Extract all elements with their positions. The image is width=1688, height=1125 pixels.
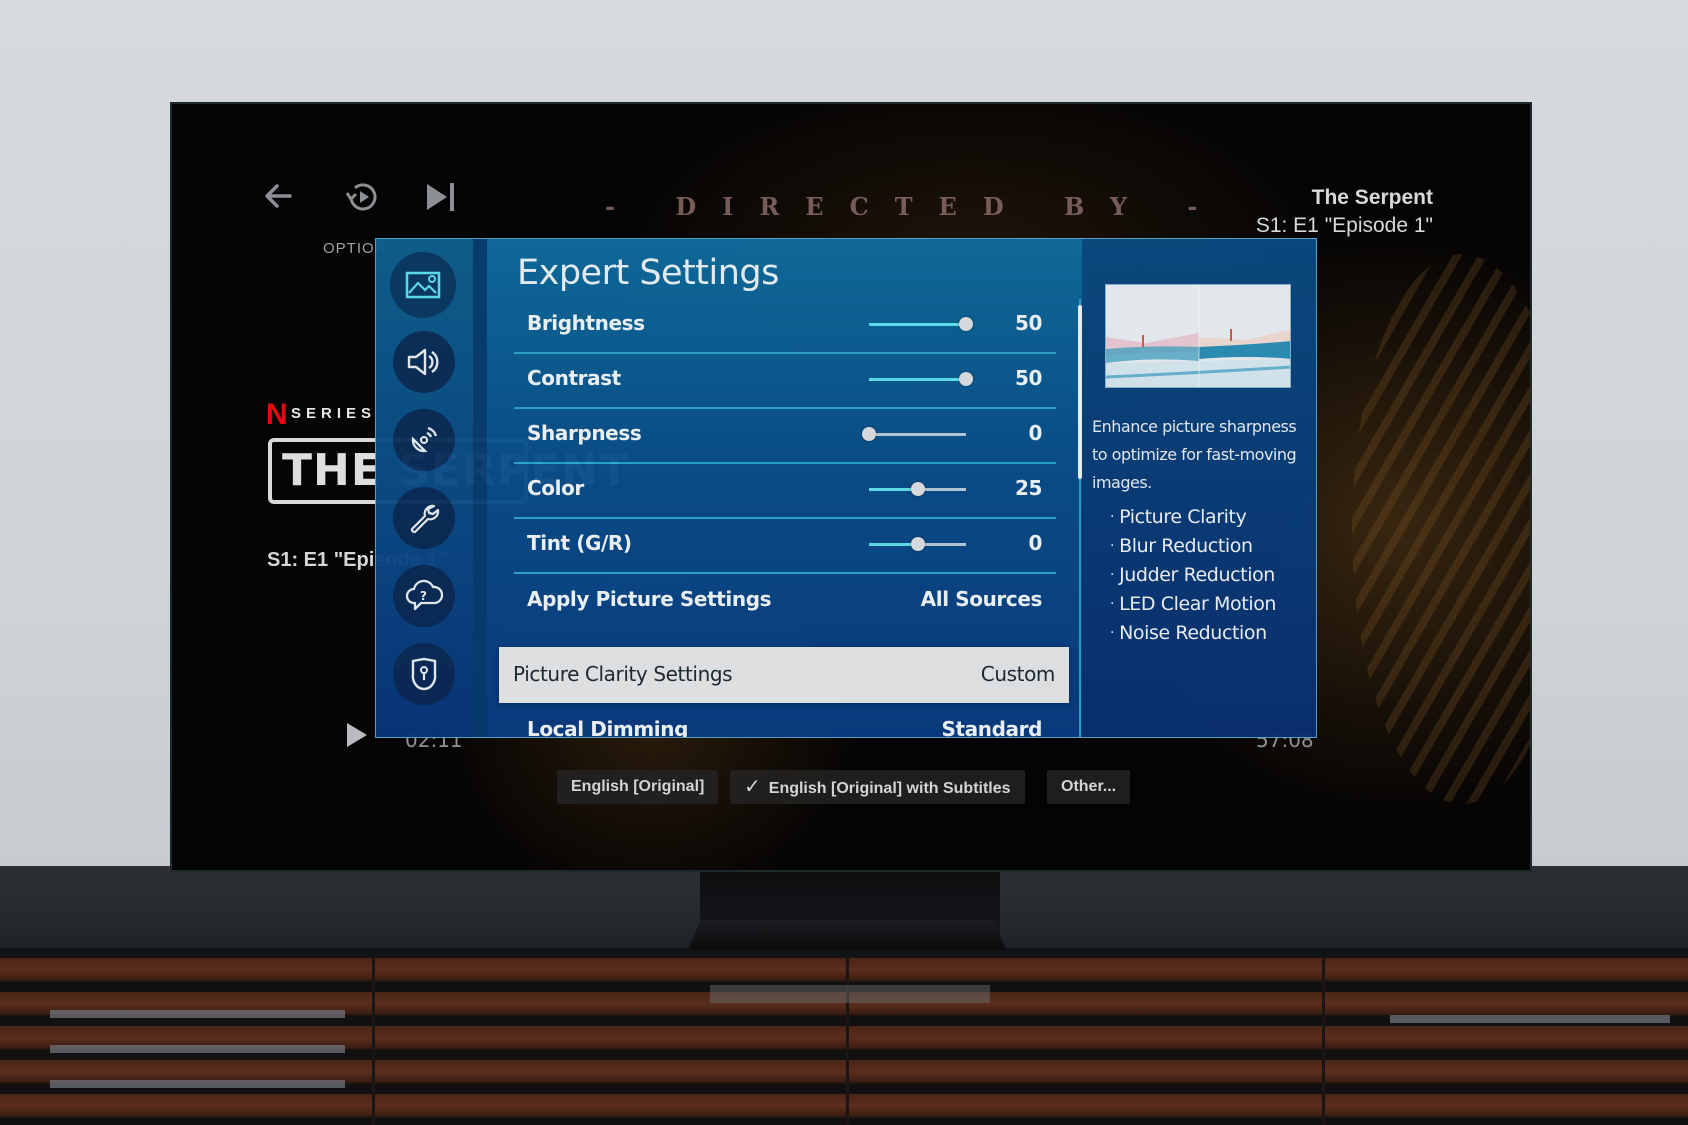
back-arrow-icon[interactable] <box>262 180 294 212</box>
page-title: Expert Settings <box>517 253 779 293</box>
setting-row-local-dimming[interactable]: Local Dimming Standard <box>514 709 1056 738</box>
slider-knob[interactable] <box>862 427 876 441</box>
audio-option-english-subtitles[interactable]: ✓ English [Original] with Subtitles <box>730 770 1025 804</box>
feature-list-item: · Blur Reduction <box>1110 535 1253 557</box>
credits-text: - DIRECTED BY - <box>605 192 1224 221</box>
cabinet-handle <box>50 1010 345 1018</box>
setting-label: Tint (G/R) <box>527 531 632 555</box>
cabinet-divider <box>1322 958 1325 1125</box>
episode-label: S1: E1 "Episode 1" <box>1255 214 1433 237</box>
next-episode-icon[interactable] <box>425 182 457 212</box>
feature-list-item: · Noise Reduction <box>1110 622 1267 644</box>
audio-option-other[interactable]: Other... <box>1047 770 1131 804</box>
series-label: SERIES <box>291 405 377 422</box>
feature-list-item: · LED Clear Motion <box>1110 593 1277 615</box>
now-playing-info: The Serpent S1: E1 "Episode 1" <box>1256 186 1433 238</box>
feature-list-item: · Picture Clarity <box>1110 506 1247 528</box>
cabinet-divider <box>372 958 375 1125</box>
setting-label: Sharpness <box>527 421 642 445</box>
sound-icon[interactable] <box>393 331 455 393</box>
general-wrench-icon[interactable] <box>393 487 455 549</box>
slider-knob[interactable] <box>959 317 973 331</box>
settings-sidebar: ? <box>376 239 487 737</box>
slider-knob[interactable] <box>910 482 925 496</box>
setting-label: Apply Picture Settings <box>527 587 772 611</box>
picture-clarity-preview-image <box>1105 284 1291 388</box>
slider-knob[interactable] <box>910 537 925 551</box>
setting-label: Picture Clarity Settings <box>513 662 733 686</box>
cabinet-handle <box>50 1080 345 1088</box>
audio-option-label: Other... <box>1061 778 1117 795</box>
setting-row-sharpness[interactable]: Sharpness 0 <box>514 407 1056 464</box>
setting-row-contrast[interactable]: Contrast 50 <box>514 352 1056 409</box>
setting-row-tint[interactable]: Tint (G/R) 0 <box>514 517 1056 574</box>
cabinet-divider <box>846 958 849 1125</box>
setting-label: Contrast <box>527 366 621 390</box>
setting-value: 50 <box>1014 311 1042 335</box>
setting-row-color[interactable]: Color 25 <box>514 462 1056 519</box>
contrast-slider[interactable] <box>869 372 973 386</box>
color-slider[interactable] <box>869 482 966 496</box>
expert-settings-menu: ? Expert Settings Brightness 50 Contrast… <box>375 238 1317 738</box>
setting-value: All Sources <box>920 587 1043 611</box>
tv-stand-base <box>688 920 1006 950</box>
setting-value: Standard <box>941 717 1043 738</box>
background-artwork <box>1352 254 1530 804</box>
svg-text:?: ? <box>420 589 427 603</box>
show-title: The Serpent <box>1311 186 1433 209</box>
audio-option-english[interactable]: English [Original] <box>557 770 719 804</box>
brightness-slider[interactable] <box>869 317 973 331</box>
restart-icon[interactable] <box>344 180 380 214</box>
setting-value: Custom <box>980 662 1056 686</box>
play-icon[interactable] <box>345 722 369 752</box>
setting-help-panel: Enhance picture sharpness to optimize fo… <box>1082 239 1316 737</box>
cabinet-handle <box>1390 1015 1670 1023</box>
setting-value: 25 <box>1014 476 1042 500</box>
setting-label: Color <box>527 476 584 500</box>
slider-knob[interactable] <box>959 372 973 386</box>
privacy-shield-icon[interactable] <box>393 643 455 705</box>
setting-row-brightness[interactable]: Brightness 50 <box>514 297 1056 354</box>
cabinet-handle <box>710 985 990 1003</box>
support-icon[interactable]: ? <box>393 565 455 627</box>
setting-row-apply-picture-settings[interactable]: Apply Picture Settings All Sources <box>514 573 1056 628</box>
setting-value: 0 <box>1028 421 1042 445</box>
feature-list: · Picture Clarity · Blur Reduction · Judder… <box>1110 503 1276 648</box>
setting-value: 0 <box>1028 531 1042 555</box>
broadcasting-icon[interactable] <box>393 409 455 471</box>
setting-value: 50 <box>1014 366 1042 390</box>
cabinet-handle <box>50 1045 345 1053</box>
feature-list-item: · Judder Reduction <box>1110 564 1275 586</box>
netflix-logo: N <box>266 398 288 431</box>
audio-option-label: English [Original] <box>571 778 705 795</box>
audio-option-label: English [Original] with Subtitles <box>768 780 1011 797</box>
setting-row-picture-clarity-settings[interactable]: Picture Clarity Settings Custom <box>499 647 1069 703</box>
setting-label: Brightness <box>527 311 645 335</box>
check-icon: ✓ <box>744 776 761 798</box>
settings-list: Expert Settings Brightness 50 Contrast 5… <box>487 239 1077 737</box>
setting-description: Enhance picture sharpness to optimize fo… <box>1092 417 1297 492</box>
tint-slider[interactable] <box>869 537 966 551</box>
picture-icon[interactable] <box>390 252 456 318</box>
cabinet-slatted-front <box>0 958 1688 1125</box>
sharpness-slider[interactable] <box>862 427 966 441</box>
setting-label: Local Dimming <box>527 717 689 738</box>
